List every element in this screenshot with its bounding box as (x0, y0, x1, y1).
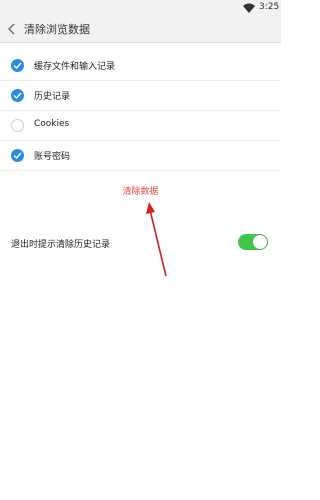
exit-prompt-setting: 退出时提示清除历史记录 (0, 228, 281, 256)
checkbox-checked-icon[interactable] (11, 149, 24, 162)
clear-data-button[interactable]: 清除数据 (0, 184, 281, 197)
clear-options-list: 缓存文件和输入记录 历史记录 Cookies 账号密码 (0, 51, 281, 171)
checkbox-checked-icon[interactable] (11, 59, 24, 72)
exit-prompt-toggle[interactable] (238, 234, 268, 250)
toggle-knob (253, 235, 267, 249)
option-label: Cookies (34, 119, 70, 129)
option-label: 历史记录 (34, 92, 71, 102)
page-title: 清除浏览数据 (24, 23, 90, 36)
option-label: 缓存文件和输入记录 (34, 62, 116, 72)
setting-label: 退出时提示清除历史记录 (11, 240, 111, 250)
option-row-cookies[interactable]: Cookies (0, 111, 281, 141)
checkbox-unchecked-icon[interactable] (11, 119, 24, 132)
option-row-history[interactable]: 历史记录 (0, 81, 281, 111)
checkbox-checked-icon[interactable] (11, 89, 24, 102)
wifi-icon (243, 3, 255, 13)
status-time: 3:25 (259, 2, 280, 12)
option-row-passwords[interactable]: 账号密码 (0, 141, 281, 171)
option-row-cache[interactable]: 缓存文件和输入记录 (0, 51, 281, 81)
option-label: 账号密码 (34, 152, 71, 162)
status-bar: 3:25 (0, 0, 281, 16)
chevron-left-icon[interactable] (5, 22, 19, 36)
title-bar: 清除浏览数据 (0, 16, 281, 43)
